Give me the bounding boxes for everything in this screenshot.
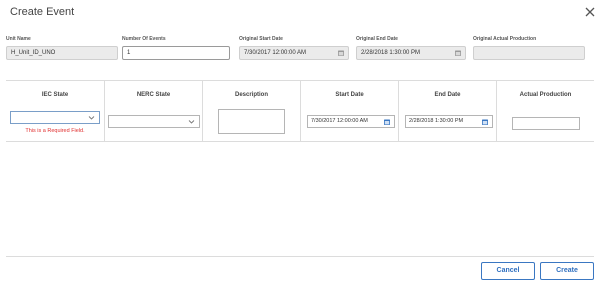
column-header: NERC State (136, 92, 171, 98)
description-input[interactable] (218, 109, 285, 134)
number-of-events-field: Number Of Events 1 (122, 36, 230, 60)
grid-col-end-date: End Date 2/28/2018 1:30:00 PM (398, 81, 496, 141)
column-header: Start Date (335, 92, 364, 98)
unit-name-field: Unit Name H_Unit_ID_UNO (6, 36, 118, 60)
original-start-date-field: Original Start Date 7/30/2017 12:00:00 A… (239, 36, 349, 60)
unit-name-label: Unit Name (6, 36, 31, 42)
number-of-events-input[interactable]: 1 (122, 46, 230, 60)
grid-col-description: Description (202, 81, 300, 141)
cancel-button[interactable]: Cancel (481, 262, 535, 280)
create-button[interactable]: Create (540, 262, 594, 280)
grid-col-nerc-state: NERC State (104, 81, 202, 141)
close-icon[interactable] (584, 6, 596, 18)
original-end-date-field: Original End Date 2/28/2018 1:30:00 PM (356, 36, 466, 60)
footer-divider (6, 256, 594, 257)
chevron-down-icon (188, 120, 195, 124)
column-header: End Date (434, 92, 461, 98)
grid-col-iec-state: IEC State This is a Required Field. (6, 81, 104, 141)
unit-name-value: H_Unit_ID_UNO (11, 50, 56, 56)
calendar-icon (338, 50, 344, 56)
dialog-title: Create Event (10, 6, 75, 18)
number-of-events-label: Number Of Events (122, 36, 166, 42)
end-date-value: 2/28/2018 1:30:00 PM (409, 118, 464, 124)
original-end-date-input: 2/28/2018 1:30:00 PM (356, 46, 466, 60)
nerc-state-select[interactable] (108, 115, 200, 128)
original-start-date-label: Original Start Date (239, 36, 283, 42)
original-start-date-input: 7/30/2017 12:00:00 AM (239, 46, 349, 60)
nerc-state-cell (108, 111, 200, 128)
description-cell (218, 109, 285, 134)
column-header: Actual Production (519, 92, 572, 98)
column-header: Description (234, 92, 268, 98)
start-date-cell: 7/30/2017 12:00:00 AM (307, 115, 395, 128)
iec-state-select[interactable] (10, 111, 100, 124)
unit-name-input: H_Unit_ID_UNO (6, 46, 118, 60)
end-date-cell: 2/28/2018 1:30:00 PM (405, 115, 493, 128)
grid-col-start-date: Start Date 7/30/2017 12:00:00 AM (300, 81, 398, 141)
original-actual-production-label: Original Actual Production (473, 36, 537, 42)
original-end-date-value: 2/28/2018 1:30:00 PM (361, 50, 421, 56)
start-date-value: 7/30/2017 12:00:00 AM (311, 118, 368, 124)
grid-col-actual-production: Actual Production (496, 81, 594, 141)
required-field-error: This is a Required Field. (25, 128, 85, 134)
number-of-events-value: 1 (127, 50, 131, 56)
calendar-icon (455, 50, 461, 56)
original-actual-production-field: Original Actual Production (473, 36, 585, 60)
calendar-icon[interactable] (384, 119, 390, 125)
end-date-input[interactable]: 2/28/2018 1:30:00 PM (405, 115, 493, 128)
calendar-icon[interactable] (482, 119, 488, 125)
original-start-date-value: 7/30/2017 12:00:00 AM (244, 50, 307, 56)
chevron-down-icon (88, 116, 95, 120)
original-end-date-label: Original End Date (356, 36, 398, 42)
start-date-input[interactable]: 7/30/2017 12:00:00 AM (307, 115, 395, 128)
events-grid: IEC State This is a Required Field. NERC… (6, 80, 594, 142)
column-header: IEC State (41, 92, 69, 98)
actual-production-cell (512, 117, 580, 130)
iec-state-cell: This is a Required Field. (10, 111, 100, 134)
original-actual-production-input (473, 46, 585, 60)
actual-production-input[interactable] (512, 117, 580, 130)
